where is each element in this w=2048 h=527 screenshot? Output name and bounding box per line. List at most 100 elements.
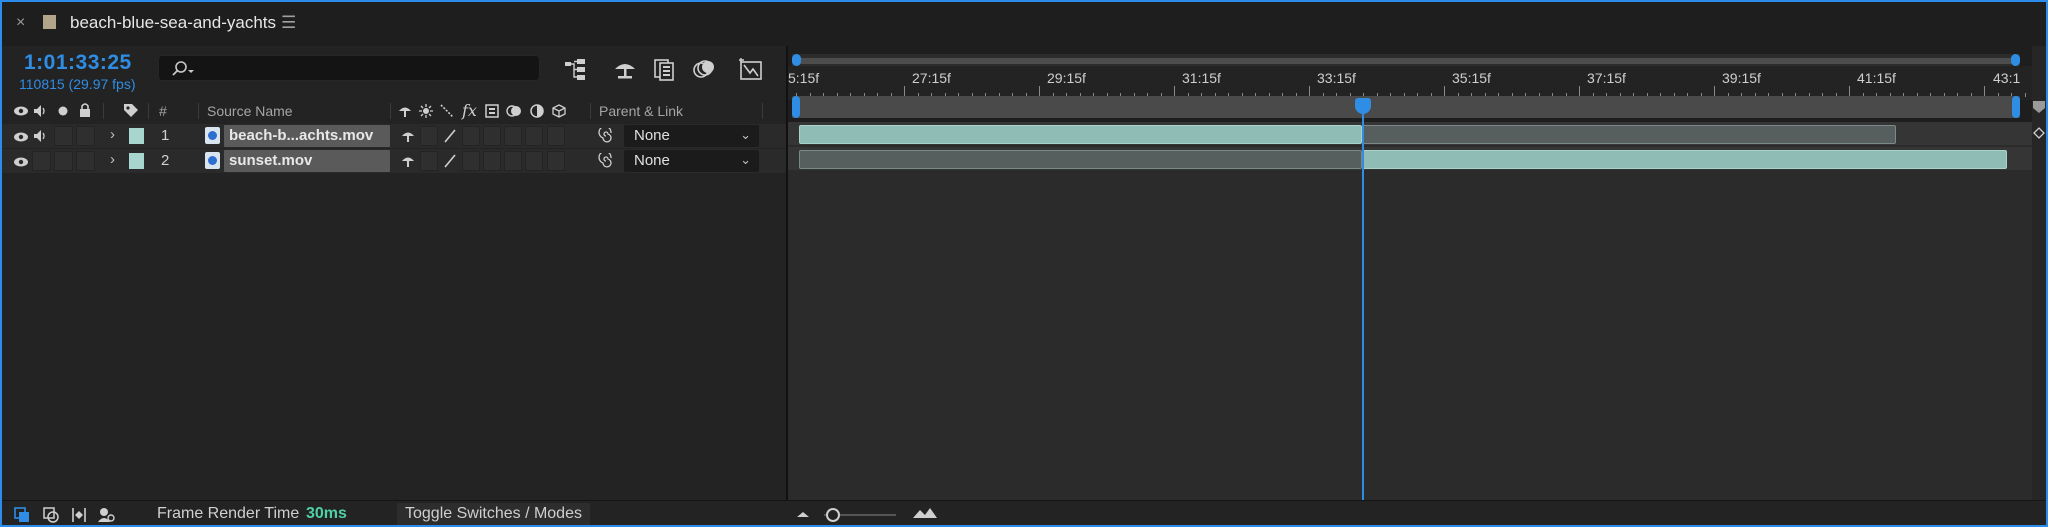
lock-toggle[interactable] bbox=[76, 151, 95, 171]
eye-icon[interactable] bbox=[13, 104, 29, 118]
frame-render-time-value: 30ms bbox=[306, 505, 347, 522]
ruler-tick-mark bbox=[1984, 86, 1985, 96]
layer-tracks bbox=[788, 122, 2036, 502]
layer-row-2[interactable]: › 2 sunset.mov None ⌄ bbox=[2, 149, 786, 173]
frame-blend-switch[interactable] bbox=[483, 126, 501, 146]
expand-chevron-icon[interactable]: › bbox=[110, 126, 115, 143]
time-navigator[interactable] bbox=[792, 54, 2020, 66]
audio-toggle[interactable] bbox=[32, 151, 51, 171]
panel-menu-icon[interactable]: ☰ bbox=[281, 13, 296, 33]
layer-number: 2 bbox=[161, 152, 170, 169]
layer-source-name[interactable]: beach-b...achts.mov bbox=[224, 125, 390, 147]
marker-icon[interactable] bbox=[2032, 100, 2046, 114]
footage-file-icon bbox=[205, 127, 220, 144]
work-area-bar[interactable] bbox=[792, 96, 2020, 118]
layer-label-color[interactable] bbox=[129, 128, 144, 144]
toggle-switches-modes-button[interactable]: Toggle Switches / Modes bbox=[397, 503, 590, 525]
close-tab-icon[interactable]: × bbox=[16, 14, 25, 32]
search-icon bbox=[172, 61, 194, 76]
layer-2-clip-trimmed[interactable] bbox=[799, 150, 1362, 169]
layer-2-clip-active[interactable] bbox=[1362, 150, 2007, 169]
3d-switch[interactable] bbox=[547, 126, 565, 146]
graph-editor-icon[interactable] bbox=[737, 56, 765, 82]
frame-rate-display: 110815 (29.97 fps) bbox=[19, 76, 136, 92]
eye-icon[interactable] bbox=[13, 130, 29, 144]
layer-number-column-header: # bbox=[159, 103, 167, 119]
ruler-tick-mark bbox=[1579, 86, 1580, 96]
current-time-indicator-line[interactable] bbox=[1362, 100, 1364, 502]
pickwhip-icon[interactable] bbox=[598, 153, 614, 169]
motion-blur-switch[interactable] bbox=[504, 126, 522, 146]
collapse-switch[interactable] bbox=[420, 126, 438, 146]
quality-icon[interactable] bbox=[442, 128, 458, 144]
expand-chevron-icon[interactable]: › bbox=[110, 151, 115, 168]
render-time-toggle-icon[interactable] bbox=[96, 506, 116, 524]
layer-source-name[interactable]: sunset.mov bbox=[224, 150, 390, 172]
parent-select[interactable]: None ⌄ bbox=[624, 125, 759, 147]
track-row-2 bbox=[788, 147, 2036, 171]
solo-toggle[interactable] bbox=[54, 126, 73, 146]
layer-label-color[interactable] bbox=[129, 153, 144, 169]
composition-tab-title[interactable]: beach-blue-sea-and-yachts bbox=[70, 13, 276, 33]
shy-icon[interactable] bbox=[400, 153, 416, 169]
current-time-indicator-head[interactable] bbox=[1355, 98, 1371, 114]
time-ruler[interactable]: 5:15f 27:15f 29:15f 31:15f 33:15f 35:15f… bbox=[788, 66, 2039, 100]
eye-icon[interactable] bbox=[13, 155, 29, 169]
lock-icon[interactable] bbox=[78, 102, 92, 118]
timeline-footer: Frame Render Time 30ms Toggle Switches /… bbox=[2, 500, 2046, 525]
pickwhip-icon[interactable] bbox=[598, 128, 614, 144]
effects-switch[interactable] bbox=[462, 151, 480, 171]
collapse-switch[interactable] bbox=[420, 151, 438, 171]
audio-icon[interactable] bbox=[32, 103, 48, 119]
layer-1-clip-trimmed[interactable] bbox=[1362, 125, 1896, 144]
in-out-toggle-icon[interactable] bbox=[70, 506, 88, 524]
parent-link-column-header[interactable]: Parent & Link bbox=[599, 103, 683, 119]
comp-marker-bin[interactable] bbox=[2032, 46, 2046, 502]
3d-switch[interactable] bbox=[547, 151, 565, 171]
zoom-out-icon[interactable] bbox=[795, 509, 811, 519]
zoom-in-icon[interactable] bbox=[912, 506, 938, 520]
work-area-end-handle[interactable] bbox=[2012, 96, 2020, 118]
adjustment-switch[interactable] bbox=[525, 151, 543, 171]
timeline-panel: × beach-blue-sea-and-yachts ☰ 1:01:33:25… bbox=[0, 0, 2048, 527]
current-time-display[interactable]: 1:01:33:25 bbox=[24, 51, 132, 75]
parent-select-value: None bbox=[634, 152, 670, 169]
frame-blend-switch[interactable] bbox=[483, 151, 501, 171]
quality-icon[interactable] bbox=[442, 153, 458, 169]
solo-icon[interactable] bbox=[57, 105, 69, 117]
motion-blur-toggle-icon[interactable] bbox=[690, 56, 718, 82]
solo-toggle[interactable] bbox=[54, 151, 73, 171]
layer-search-field[interactable] bbox=[158, 55, 540, 81]
zoom-slider-thumb[interactable] bbox=[826, 508, 840, 522]
ruler-tick-mark bbox=[1714, 86, 1715, 96]
audio-icon[interactable] bbox=[32, 128, 48, 144]
frame-blend-icon bbox=[485, 104, 499, 118]
shy-layers-icon[interactable] bbox=[611, 56, 639, 82]
effects-switch[interactable] bbox=[462, 126, 480, 146]
ruler-tick-mark bbox=[1174, 86, 1175, 96]
motion-blur-switch[interactable] bbox=[504, 151, 522, 171]
ruler-tick-label: 43:1 bbox=[1993, 70, 2021, 86]
layer-row-1[interactable]: › 1 beach-b...achts.mov None ⌄ bbox=[2, 124, 786, 148]
ruler-tick-mark bbox=[1039, 86, 1040, 96]
snapping-icon[interactable] bbox=[2032, 126, 2046, 140]
time-navigator-range[interactable] bbox=[796, 58, 2018, 64]
lock-toggle[interactable] bbox=[76, 126, 95, 146]
layer-1-clip-active[interactable] bbox=[799, 125, 1362, 144]
composition-color-swatch bbox=[43, 15, 56, 29]
comp-flowchart-icon[interactable] bbox=[562, 56, 590, 82]
time-navigator-end-handle[interactable] bbox=[2011, 54, 2020, 66]
time-navigator-start-handle[interactable] bbox=[792, 54, 801, 66]
label-icon[interactable] bbox=[122, 102, 140, 120]
ruler-tick-mark bbox=[1849, 86, 1850, 96]
frame-blending-icon[interactable] bbox=[650, 56, 678, 82]
adjustment-switch[interactable] bbox=[525, 126, 543, 146]
layer-switches-toggle-icon[interactable] bbox=[13, 506, 31, 524]
source-name-column-header[interactable]: Source Name bbox=[207, 103, 293, 119]
parent-select[interactable]: None ⌄ bbox=[624, 150, 759, 172]
work-area-start-handle[interactable] bbox=[792, 96, 800, 118]
layer-outline-panel: 1:01:33:25 110815 (29.97 fps) # Source N… bbox=[2, 46, 786, 502]
transfer-controls-toggle-icon[interactable] bbox=[42, 506, 60, 524]
layer-column-headers: # Source Name fx Parent & Link bbox=[2, 99, 786, 123]
shy-icon[interactable] bbox=[400, 128, 416, 144]
